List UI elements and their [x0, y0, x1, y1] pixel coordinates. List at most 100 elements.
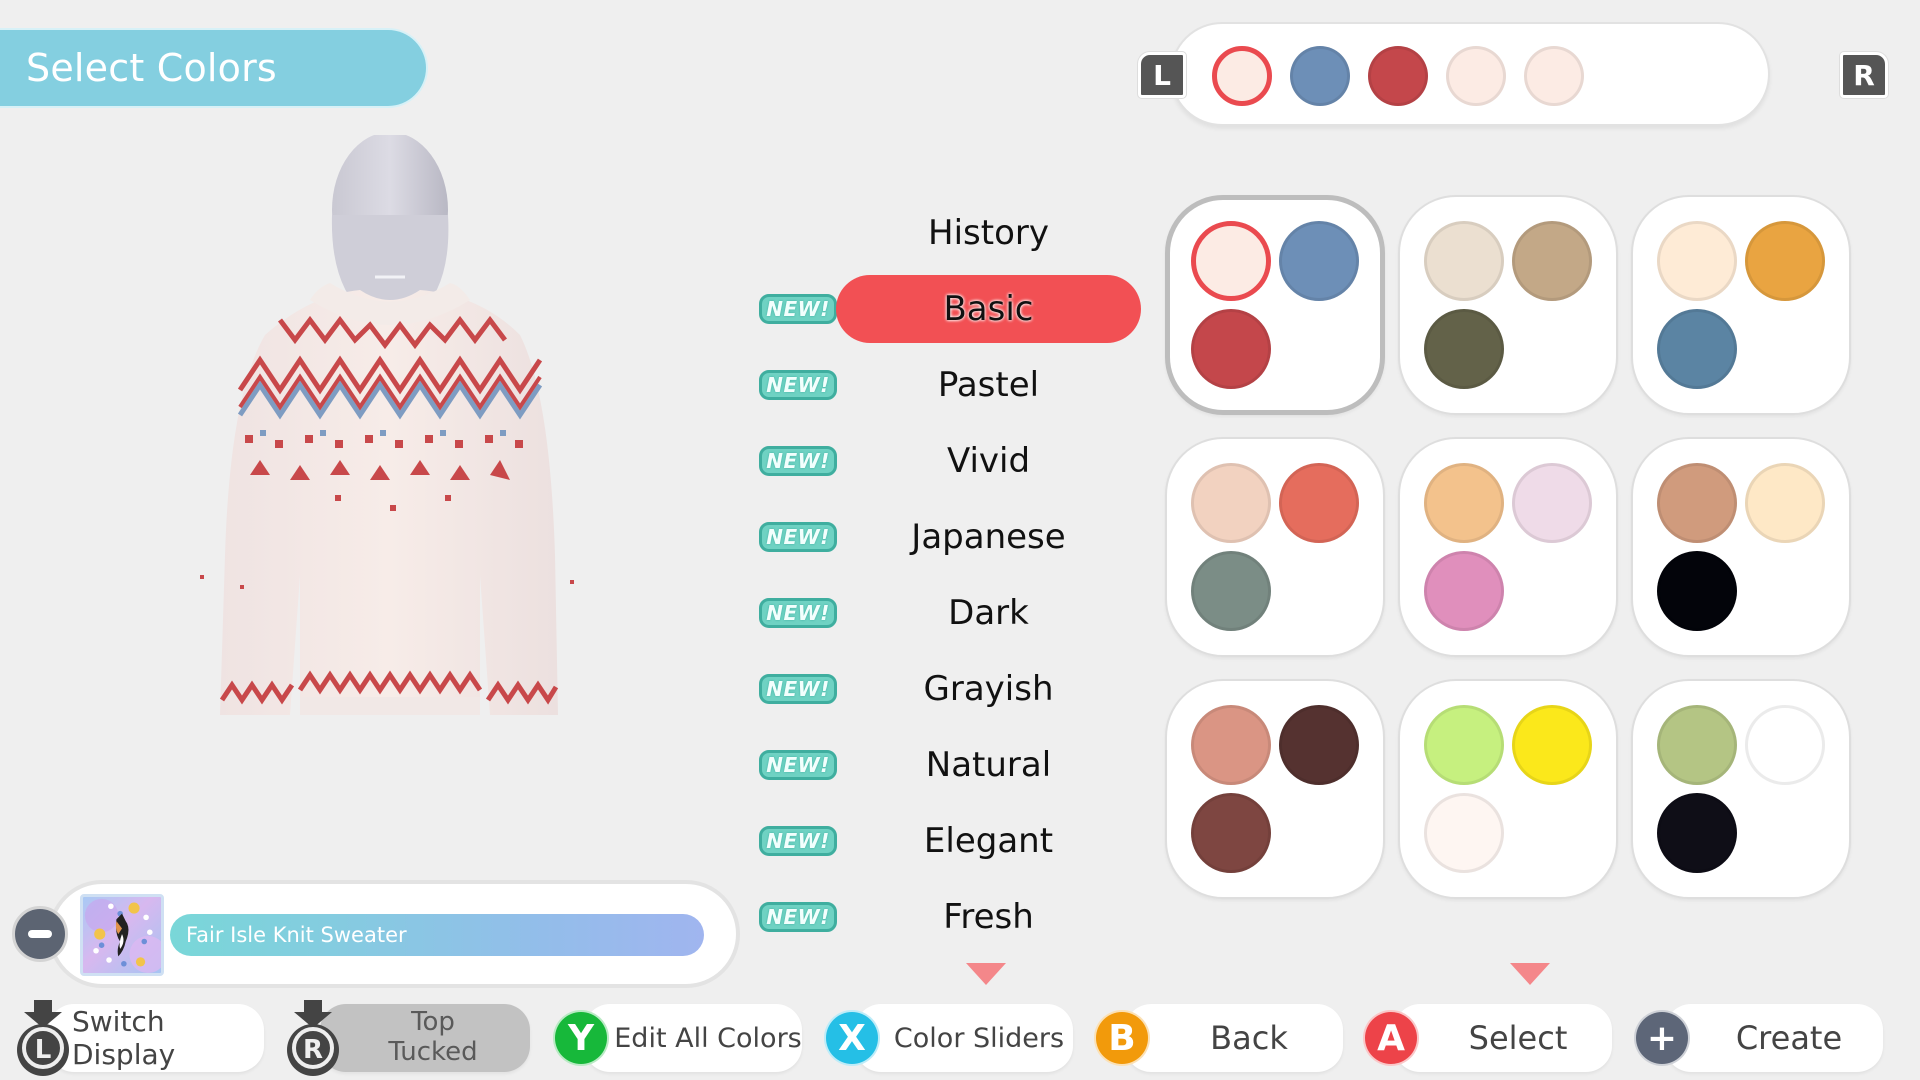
color-category-list: History NEW! Basic NEW! Pastel NEW! Vivid NEW! J… [756, 195, 1141, 955]
history-swatch-list [1212, 46, 1584, 106]
palette-swatch [1424, 793, 1504, 873]
palette-swatch [1657, 221, 1737, 301]
edit-all-colors-button[interactable]: Edit All Colors [584, 1004, 802, 1072]
a-button-icon: A [1363, 1010, 1419, 1066]
category-item-fresh[interactable]: NEW! Fresh [756, 879, 1141, 955]
page-title: Select Colors [26, 46, 277, 90]
color-sliders-label: Color Sliders [893, 1022, 1065, 1054]
category-label: Vivid [946, 441, 1031, 481]
select-label: Select [1468, 1019, 1568, 1057]
palette-swatch [1191, 463, 1271, 543]
r-button-label: R [1853, 58, 1875, 92]
top-tucked-button[interactable]: Top Tucked [320, 1004, 530, 1072]
history-swatch[interactable] [1368, 46, 1428, 106]
palette-scroll-down-arrow[interactable] [1510, 963, 1550, 985]
palette-swatch [1191, 221, 1271, 301]
item-thumbnail [80, 894, 164, 976]
category-item-dark[interactable]: NEW! Dark [756, 575, 1141, 651]
select-button[interactable]: Select [1394, 1004, 1612, 1072]
action-bar: L Switch Display R Top Tucked Y Edit All… [0, 1000, 1920, 1080]
new-badge: NEW! [759, 370, 837, 400]
palette-card[interactable] [1165, 679, 1385, 899]
minus-icon [28, 930, 52, 938]
palette-swatch [1512, 463, 1592, 543]
category-label: Natural [925, 745, 1052, 785]
palette-swatch [1745, 463, 1825, 543]
new-badge: NEW! [759, 294, 837, 324]
palette-swatch [1279, 221, 1359, 301]
page-title-banner: Select Colors [0, 28, 428, 108]
history-swatch[interactable] [1524, 46, 1584, 106]
history-swatch[interactable] [1446, 46, 1506, 106]
palette-swatch [1279, 705, 1359, 785]
palette-swatch [1424, 309, 1504, 389]
create-button[interactable]: Create [1665, 1004, 1883, 1072]
palette-card[interactable] [1631, 679, 1851, 899]
palette-swatch [1657, 705, 1737, 785]
palette-swatch [1424, 705, 1504, 785]
new-badge: NEW! [759, 598, 837, 628]
palette-swatch [1191, 705, 1271, 785]
new-badge: NEW! [759, 446, 837, 476]
switch-display-button[interactable]: Switch Display [48, 1004, 264, 1072]
create-label: Create [1735, 1019, 1843, 1057]
item-name-label: Fair Isle Knit Sweater [170, 914, 704, 956]
category-item-grayish[interactable]: NEW! Grayish [756, 651, 1141, 727]
category-item-pastel[interactable]: NEW! Pastel [756, 347, 1141, 423]
palette-card[interactable] [1631, 195, 1851, 415]
palette-swatch [1657, 309, 1737, 389]
category-item-history[interactable]: History [756, 195, 1141, 271]
palette-grid [1165, 195, 1851, 899]
palette-swatch [1279, 463, 1359, 543]
new-badge: NEW! [759, 826, 837, 856]
category-label: History [928, 213, 1049, 253]
category-item-natural[interactable]: NEW! Natural [756, 727, 1141, 803]
palette-card[interactable] [1398, 437, 1618, 657]
category-scroll-down-arrow[interactable] [966, 963, 1006, 985]
category-item-basic[interactable]: NEW! Basic [756, 271, 1141, 347]
category-item-japanese[interactable]: NEW! Japanese [756, 499, 1141, 575]
palette-swatch [1191, 551, 1271, 631]
palette-swatch [1657, 551, 1737, 631]
category-label: Elegant [923, 821, 1054, 861]
palette-swatch [1191, 309, 1271, 389]
category-label: Pastel [937, 365, 1040, 405]
history-swatch[interactable] [1290, 46, 1350, 106]
category-label: Fresh [943, 897, 1034, 937]
palette-swatch [1424, 221, 1504, 301]
new-badge: NEW! [759, 674, 837, 704]
svg-text:R: R [303, 1035, 323, 1065]
palette-card[interactable] [1165, 195, 1385, 415]
top-tucked-label-line2: Tucked [388, 1037, 478, 1067]
color-sliders-button[interactable]: Color Sliders [855, 1004, 1073, 1072]
palette-card[interactable] [1165, 437, 1385, 657]
history-swatch[interactable] [1212, 46, 1272, 106]
switch-display-label: Switch Display [72, 1005, 176, 1071]
back-label: Back [1210, 1019, 1288, 1057]
palette-card[interactable] [1398, 679, 1618, 899]
palette-swatch [1191, 793, 1271, 873]
category-item-vivid[interactable]: NEW! Vivid [756, 423, 1141, 499]
outfit-preview[interactable] [190, 135, 690, 895]
l-shoulder-button[interactable]: L [1138, 52, 1186, 98]
minus-button[interactable] [12, 906, 68, 962]
back-button[interactable]: Back [1125, 1004, 1343, 1072]
color-history-bar [1170, 22, 1770, 126]
category-label: Dark [948, 593, 1029, 633]
r-shoulder-button[interactable]: R [1840, 52, 1888, 98]
palette-swatch [1657, 793, 1737, 873]
new-badge: NEW! [759, 750, 837, 780]
edit-all-colors-label: Edit All Colors [614, 1022, 802, 1054]
palette-swatch [1424, 463, 1504, 543]
category-item-elegant[interactable]: NEW! Elegant [756, 803, 1141, 879]
y-button-icon: Y [553, 1010, 609, 1066]
palette-card[interactable] [1398, 195, 1618, 415]
plus-button-icon: + [1634, 1010, 1690, 1066]
category-label: Basic [836, 275, 1141, 343]
l-button-label: L [1153, 58, 1171, 92]
palette-swatch [1657, 463, 1737, 543]
palette-swatch [1424, 551, 1504, 631]
cat-pattern-icon [84, 898, 161, 973]
palette-swatch [1745, 221, 1825, 301]
palette-card[interactable] [1631, 437, 1851, 657]
